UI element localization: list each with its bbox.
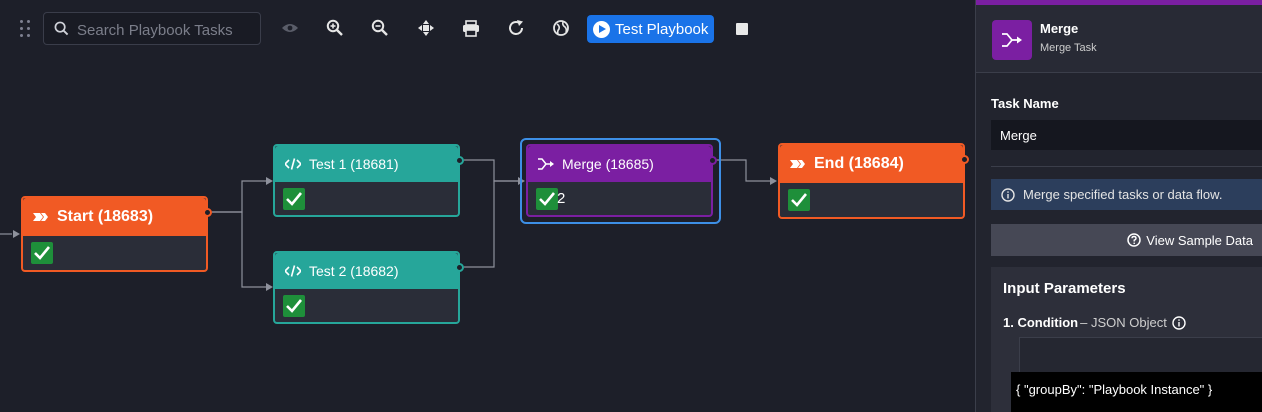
code-icon bbox=[285, 158, 301, 170]
success-check-icon bbox=[536, 188, 558, 210]
start-node[interactable]: Start (18683) bbox=[21, 196, 212, 272]
globe-icon[interactable] bbox=[550, 17, 572, 39]
fit-to-screen-icon[interactable] bbox=[415, 17, 437, 39]
view-sample-data-label: View Sample Data bbox=[1146, 232, 1253, 248]
panel-header: Merge Merge Task bbox=[976, 5, 1262, 73]
end-output-port[interactable] bbox=[960, 155, 969, 164]
test-playbook-label: Test Playbook bbox=[615, 20, 709, 38]
test1-node[interactable]: Test 1 (18681) bbox=[273, 144, 464, 217]
test1-node-title: Test 1 (18681) bbox=[309, 156, 399, 172]
task-details-panel: Merge Merge Task Task Name Merge specifi… bbox=[975, 0, 1262, 412]
print-icon[interactable] bbox=[460, 17, 482, 39]
success-check-icon bbox=[31, 242, 53, 264]
playbook-canvas[interactable]: Test Playbook Start (18683) bbox=[0, 0, 975, 412]
search-input[interactable] bbox=[75, 17, 259, 43]
merge-node-header: Merge (18685) bbox=[528, 146, 711, 182]
view-sample-data-button[interactable]: View Sample Data bbox=[991, 224, 1262, 256]
merge-node-title: Merge (18685) bbox=[562, 156, 654, 172]
test2-node-header: Test 2 (18682) bbox=[275, 253, 458, 289]
panel-title: Merge bbox=[1040, 21, 1079, 36]
eye-icon[interactable] bbox=[279, 17, 301, 39]
input-parameters-title: Input Parameters bbox=[1003, 280, 1126, 297]
success-check-icon bbox=[283, 188, 305, 210]
test2-node[interactable]: Test 2 (18682) bbox=[273, 251, 464, 324]
condition-type: – JSON Object bbox=[1080, 315, 1167, 330]
end-node[interactable]: End (18684) bbox=[778, 143, 969, 219]
test2-node-title: Test 2 (18682) bbox=[309, 263, 399, 279]
play-icon bbox=[593, 20, 610, 38]
test2-output-port[interactable] bbox=[455, 263, 464, 272]
start-node-title: Start (18683) bbox=[57, 208, 154, 225]
merge-output-port[interactable] bbox=[708, 156, 717, 165]
drag-handle-icon[interactable] bbox=[20, 20, 32, 38]
success-check-icon bbox=[283, 295, 305, 317]
start-node-icon bbox=[33, 213, 48, 221]
stop-icon[interactable] bbox=[736, 23, 748, 35]
merge-node[interactable]: Merge (18685) 2 bbox=[526, 144, 717, 217]
start-node-header: Start (18683) bbox=[23, 198, 206, 236]
merge-icon bbox=[992, 20, 1032, 60]
input-parameters-section: Input Parameters 1. Condition – JSON Obj… bbox=[991, 267, 1262, 412]
task-name-label: Task Name bbox=[991, 96, 1059, 111]
panel-subtitle: Merge Task bbox=[1040, 42, 1097, 54]
condition-value[interactable]: { "groupBy": "Playbook Instance" } bbox=[1011, 372, 1262, 412]
info-icon bbox=[1001, 187, 1015, 202]
divider bbox=[991, 166, 1262, 167]
success-check-icon bbox=[788, 189, 810, 211]
info-banner: Merge specified tasks or data flow. bbox=[991, 179, 1262, 210]
search-icon bbox=[54, 21, 69, 36]
info-text: Merge specified tasks or data flow. bbox=[1023, 187, 1223, 202]
condition-label-row: 1. Condition – JSON Object bbox=[1003, 315, 1186, 330]
canvas-toolbar: Test Playbook bbox=[0, 0, 975, 58]
zoom-out-icon[interactable] bbox=[369, 17, 391, 39]
merge-count: 2 bbox=[557, 190, 566, 207]
help-circle-icon bbox=[1127, 233, 1142, 247]
merge-icon bbox=[538, 158, 554, 170]
test1-output-port[interactable] bbox=[455, 156, 464, 165]
end-node-icon bbox=[790, 160, 805, 168]
search-box bbox=[43, 12, 261, 45]
end-node-header: End (18684) bbox=[780, 145, 963, 183]
test-playbook-button[interactable]: Test Playbook bbox=[587, 15, 714, 43]
zoom-in-icon[interactable] bbox=[324, 17, 346, 39]
refresh-icon[interactable] bbox=[505, 17, 527, 39]
condition-label: 1. Condition bbox=[1003, 315, 1079, 330]
end-node-title: End (18684) bbox=[814, 155, 904, 172]
code-icon bbox=[285, 265, 301, 277]
task-name-input[interactable] bbox=[991, 120, 1262, 150]
info-icon bbox=[1172, 315, 1186, 330]
start-output-port[interactable] bbox=[203, 208, 212, 217]
test1-node-header: Test 1 (18681) bbox=[275, 146, 458, 182]
